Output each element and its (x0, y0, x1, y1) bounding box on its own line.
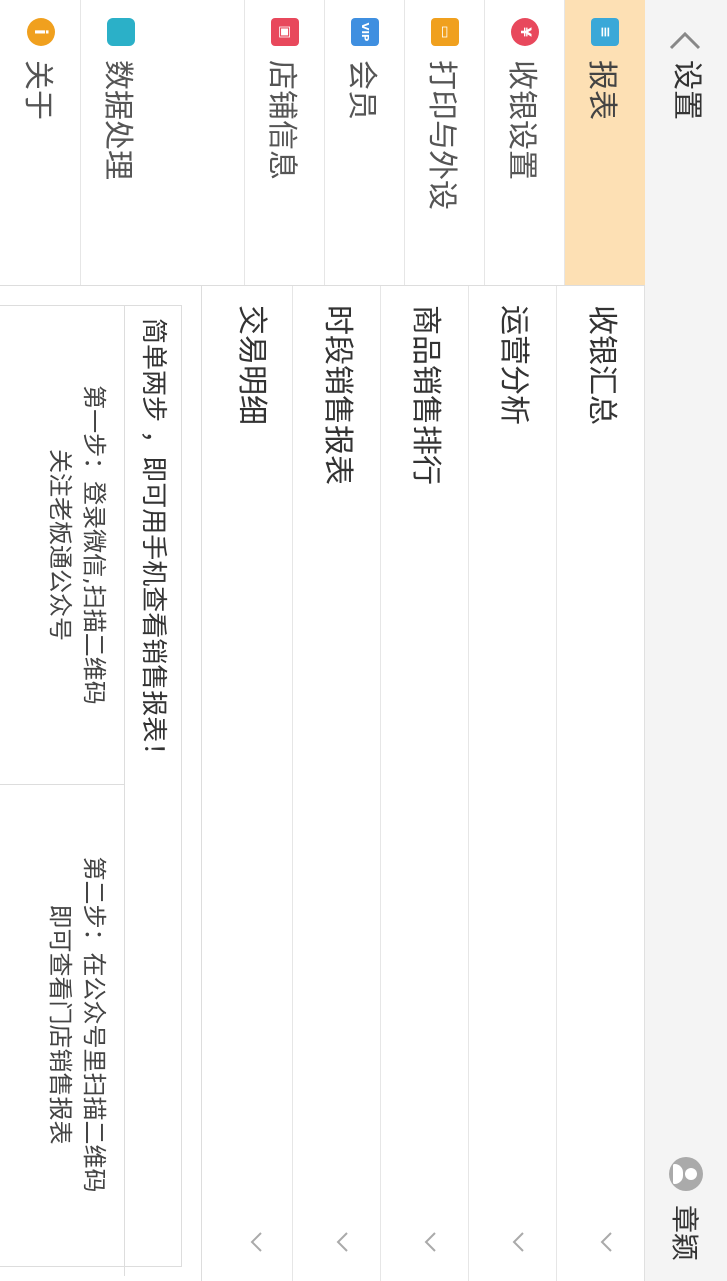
tab-about[interactable]: i 关于 (1, 0, 81, 285)
top-bar: 设置 章颖 (644, 0, 727, 1281)
chevron-down-icon (512, 1232, 524, 1252)
page-title: 设置 (669, 60, 704, 120)
report-item-time-period[interactable]: 时段销售报表 (292, 285, 381, 1281)
chevron-down-icon (600, 1232, 612, 1252)
wechat-guide-panel: 简单两步 ，即可用手机查看销售报表！ 第一步：登录微信,扫描二维码 关注老板通公… (0, 305, 182, 1276)
tab-label: 数据处理 (100, 60, 135, 180)
report-item-operations[interactable]: 运营分析 (468, 285, 557, 1281)
tab-label: 报表 (584, 60, 619, 120)
lock-icon: ▣ (271, 18, 299, 46)
money-bag-icon: ¥ (511, 18, 539, 46)
chevron-down-icon (424, 1232, 436, 1252)
report-icon: ≡ (591, 18, 619, 46)
chevron-down-icon (250, 1232, 262, 1252)
report-item-label: 运营分析 (496, 305, 531, 425)
report-item-product-ranking[interactable]: 商品销售排行 (380, 285, 469, 1281)
report-item-label: 收银汇总 (584, 305, 619, 425)
chevron-down-icon (336, 1232, 348, 1252)
tab-label: 会员 (344, 60, 379, 120)
tab-report[interactable]: ≡ 报表 (564, 0, 645, 285)
user-info[interactable]: 章颖 (661, 1156, 711, 1261)
report-item-label: 时段销售报表 (320, 305, 355, 485)
step-one-line2: 关注老板通公众号 (46, 449, 74, 641)
database-icon (107, 18, 135, 46)
content-divider (201, 285, 202, 1281)
report-item-label: 商品销售排行 (408, 305, 443, 485)
avatar-icon (669, 1156, 703, 1191)
tab-label: 关于 (20, 60, 55, 120)
username: 章颖 (668, 1204, 701, 1261)
step-one-line1: 第一步：登录微信,扫描二维码 (80, 385, 108, 705)
step-two-line1: 第二步：在公众号里扫描二维码 (80, 856, 108, 1193)
back-button[interactable] (665, 22, 705, 62)
tab-data-processing[interactable]: 数据处理 (80, 0, 161, 285)
tab-member[interactable]: VIP 会员 (324, 0, 405, 285)
step-two-line2: 即可查看门店销售报表 (46, 904, 74, 1145)
report-item-label: 交易明细 (234, 305, 269, 425)
report-list: 收银汇总 运营分析 商品销售排行 时段销售报表 (292, 285, 645, 1281)
report-item-cashier-summary[interactable]: 收银汇总 (556, 285, 645, 1281)
tab-label: 店铺信息 (264, 60, 299, 180)
app-screen: 设置 章颖 ≡ 报表 ¥ 收银设置 ▭ 打印与外设 VIP 会员 ▣ 店铺信息 (0, 0, 727, 1281)
printer-icon: ▭ (431, 18, 459, 46)
tab-label: 打印与外设 (424, 60, 459, 210)
info-icon: i (27, 18, 55, 46)
report-item-transactions[interactable]: 交易明细 (207, 285, 295, 1281)
step-two: 第二步：在公众号里扫描二维码 即可查看门店销售报表 (0, 785, 125, 1264)
tab-print-peripherals[interactable]: ▭ 打印与外设 (404, 0, 485, 285)
vip-icon: VIP (351, 18, 379, 46)
tab-label: 收银设置 (504, 60, 539, 180)
step-one: 第一步：登录微信,扫描二维码 关注老板通公众号 (0, 306, 125, 785)
menu-column-divider (0, 285, 645, 286)
panel-title: 简单两步 ，即可用手机查看销售报表！ (124, 306, 181, 1276)
tab-cashier-settings[interactable]: ¥ 收银设置 (484, 0, 565, 285)
tab-store-info[interactable]: ▣ 店铺信息 (244, 0, 325, 285)
chevron-left-icon (669, 31, 701, 50)
